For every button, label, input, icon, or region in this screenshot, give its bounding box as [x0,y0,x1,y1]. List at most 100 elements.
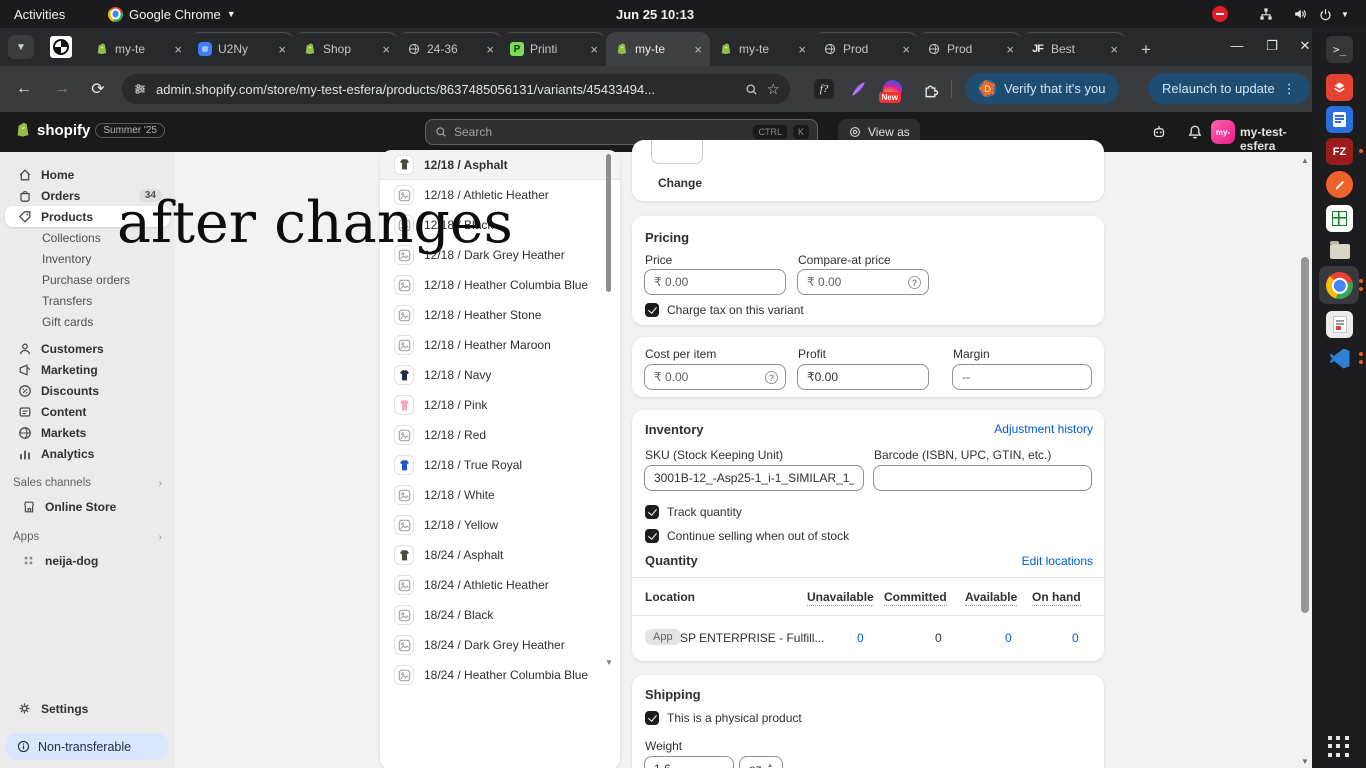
col-unavailable[interactable]: Unavailable [807,590,874,606]
window-minimize-button[interactable]: — [1227,38,1247,53]
on-hand-value[interactable]: 0 [1072,631,1079,645]
extensions-puzzle-icon[interactable] [918,77,942,101]
variant-row[interactable]: 18/24 / Heather Columbia Blue [380,660,620,690]
col-on-hand[interactable]: On hand [1032,590,1081,606]
tab-close-icon[interactable]: × [694,42,702,57]
back-button[interactable]: ← [12,77,36,101]
site-settings-icon[interactable] [132,81,148,97]
activities-button[interactable]: Activities [14,0,65,28]
non-transferable-banner[interactable]: Non-transferable [6,733,168,760]
shopify-logo[interactable]: shopify Summer '25 [14,121,165,139]
clock[interactable]: Jun 25 10:13 [616,0,694,28]
sidekick-assistant-icon[interactable] [1150,123,1168,141]
dock-chrome-icon[interactable] [1326,272,1353,299]
weight-unit-select[interactable]: oz ▲▼ [739,756,783,768]
variant-row[interactable]: 12/18 / Heather Stone [380,300,620,330]
sidebar-item-gift-cards[interactable]: Gift cards [5,311,170,332]
sidebar-item-purchase-orders[interactable]: Purchase orders [5,269,170,290]
continue-selling-checkbox[interactable] [645,529,659,543]
track-quantity-checkbox[interactable] [645,505,659,519]
browser-menu-icon[interactable]: ⋮ [1283,81,1296,97]
barcode-input[interactable] [873,465,1092,491]
compare-price-help-icon[interactable]: ? [908,276,921,289]
browser-tab[interactable]: JFBest× [1022,32,1126,66]
tab-search-button[interactable]: ▼ [8,35,34,59]
system-menu-chevron-icon[interactable]: ▼ [1341,0,1349,28]
sidebar-item-analytics[interactable]: Analytics [5,443,170,464]
variant-row[interactable]: 18/24 / Dark Grey Heather [380,630,620,660]
sku-input[interactable] [644,465,864,491]
dock-writer-app-icon[interactable] [1326,106,1353,133]
variant-row[interactable]: 18/24 / Black [380,600,620,630]
sidebar-item-markets[interactable]: Markets [5,422,170,443]
network-icon[interactable] [1258,0,1274,28]
tab-close-icon[interactable]: × [278,42,286,57]
variant-row[interactable]: 12/18 / True Royal [380,450,620,480]
physical-product-checkbox[interactable] [645,711,659,725]
notifications-bell-icon[interactable] [1186,123,1204,141]
browser-tab[interactable]: Prod× [918,32,1022,66]
dock-vscode-icon[interactable] [1326,345,1353,372]
variant-row[interactable]: 18/24 / Asphalt [380,540,620,570]
tab-close-icon[interactable]: × [174,42,182,57]
cost-help-icon[interactable]: ? [765,371,778,384]
pinned-tab[interactable] [50,36,72,58]
forward-button[interactable]: → [50,77,74,101]
volume-icon[interactable] [1292,0,1308,28]
page-scrollbar-thumb[interactable] [1301,257,1309,613]
bookmark-star-icon[interactable]: ☆ [767,80,780,98]
sidebar-item-customers[interactable]: Customers [5,338,170,359]
adjustment-history-link[interactable]: Adjustment history [994,422,1093,436]
sidebar-item-settings[interactable]: Settings [5,698,170,719]
variant-image-box[interactable] [651,140,703,164]
dock-calc-app-icon[interactable] [1326,205,1353,232]
window-restore-button[interactable]: ❐ [1262,38,1282,54]
edition-badge[interactable]: Summer '25 [95,123,165,138]
tab-close-icon[interactable]: × [902,42,910,57]
browser-tab[interactable]: 24-36× [398,32,502,66]
show-applications-button[interactable] [1328,736,1350,758]
sidebar-item-discounts[interactable]: Discounts [5,380,170,401]
variant-row[interactable]: 12/18 / Pink [380,390,620,420]
unavailable-value[interactable]: 0 [857,631,864,645]
tab-close-icon[interactable]: × [798,42,806,57]
verify-profile-button[interactable]: D Verify that it's you [965,73,1119,104]
reload-button[interactable]: ⟳ [86,77,110,101]
change-image-button[interactable]: Change [658,176,702,190]
browser-tab[interactable]: my-te× [86,32,190,66]
profit-input[interactable] [797,364,929,390]
dock-filezilla-icon[interactable]: FZ [1326,138,1353,165]
variant-row-selected[interactable]: 12/18 / Asphalt [380,150,620,180]
tab-close-icon[interactable]: × [1006,42,1014,57]
sidebar-item-transfers[interactable]: Transfers [5,290,170,311]
scroll-up-icon[interactable]: ▲ [1301,156,1309,165]
sidebar-item-home[interactable]: Home [5,164,170,185]
relaunch-to-update-button[interactable]: Relaunch to update ⋮ [1148,73,1310,104]
variant-row[interactable]: 12/18 / White [380,480,620,510]
app-menu[interactable]: Google Chrome ▼ [108,0,236,28]
zoom-icon[interactable] [744,82,759,97]
extension-feather-icon[interactable] [846,77,870,101]
address-bar[interactable]: admin.shopify.com/store/my-test-esfera/p… [122,74,790,104]
available-value[interactable]: 0 [1005,631,1012,645]
sidebar-item-neija-dog[interactable]: neija-dog [5,550,170,571]
sidebar-item-online-store[interactable]: Online Store [5,496,170,517]
new-tab-button[interactable]: + [1134,38,1158,62]
dock-mail-app-icon[interactable] [1326,74,1353,101]
variant-row[interactable]: 12/18 / Yellow [380,510,620,540]
power-icon[interactable] [1318,0,1333,28]
store-avatar[interactable]: my- [1211,120,1235,144]
browser-tab-active[interactable]: my-te× [606,32,710,66]
sidebar-item-content[interactable]: Content [5,401,170,422]
sidebar-item-marketing[interactable]: Marketing [5,359,170,380]
variant-list-scrollbar[interactable] [606,154,611,292]
extension-gradient-icon[interactable]: New [880,77,904,101]
edit-locations-link[interactable]: Edit locations [1022,554,1093,568]
charge-tax-checkbox[interactable] [645,303,659,317]
col-committed[interactable]: Committed [884,590,947,606]
variant-row[interactable]: 12/18 / Heather Columbia Blue [380,270,620,300]
sales-channels-header[interactable]: Sales channels› [5,476,170,490]
variant-row[interactable]: 12/18 / Navy [380,360,620,390]
tab-close-icon[interactable]: × [486,42,494,57]
dock-report-app-icon[interactable] [1326,311,1353,338]
